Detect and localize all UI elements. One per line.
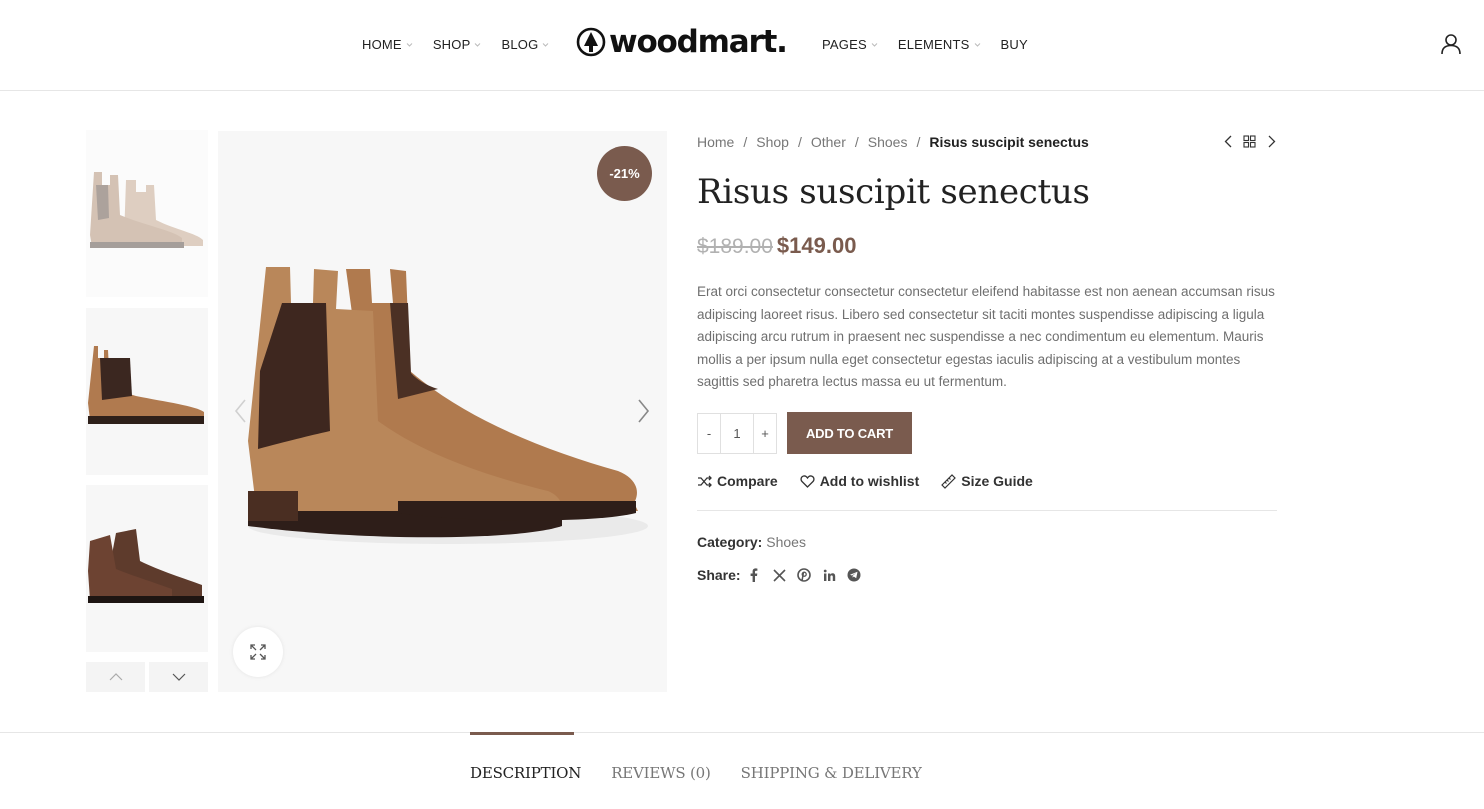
shuffle-icon: [697, 474, 712, 489]
product-navigation: [1221, 134, 1278, 149]
breadcrumb-current: Risus suscipit senectus: [929, 134, 1089, 150]
chelsea-boot-image: [90, 172, 203, 248]
thumbnail-2[interactable]: [86, 308, 208, 475]
nav-label: SHOP: [432, 36, 471, 52]
nav-item-shop[interactable]: SHOP: [433, 35, 482, 53]
tree-logo-icon: [576, 27, 606, 57]
user-icon[interactable]: [1440, 33, 1462, 55]
chelsea-boot-image: [88, 346, 204, 424]
compare-button[interactable]: Compare: [697, 473, 778, 489]
breadcrumb-shop[interactable]: Shop: [756, 134, 789, 150]
next-product-button[interactable]: [1265, 134, 1278, 149]
x-icon[interactable]: [772, 568, 787, 583]
quantity-plus-button[interactable]: +: [753, 414, 776, 453]
price-new: $149.00: [776, 233, 857, 258]
breadcrumb-shoes[interactable]: Shoes: [868, 134, 908, 150]
prev-product-button[interactable]: [1221, 134, 1234, 149]
site-logo[interactable]: woodmart.: [576, 24, 788, 60]
breadcrumb-other[interactable]: Other: [811, 134, 846, 150]
thumbnails-up-button[interactable]: [86, 662, 145, 692]
pinterest-icon[interactable]: [797, 568, 812, 583]
chevron-down-icon: [542, 41, 549, 48]
chevron-right-icon: [1268, 135, 1275, 148]
thumbnail-3[interactable]: [86, 485, 208, 652]
heart-icon: [800, 474, 815, 489]
breadcrumb-home[interactable]: Home: [697, 134, 734, 150]
size-guide-button[interactable]: Size Guide: [941, 473, 1033, 489]
nav-label: BUY: [1000, 36, 1028, 52]
nav-label: ELEMENTS: [897, 36, 970, 52]
facebook-icon[interactable]: [747, 568, 762, 583]
product-category: Category: Shoes: [697, 534, 806, 550]
quantity-stepper: - +: [697, 413, 777, 454]
grid-icon: [1243, 135, 1256, 148]
main-nav-left: HOME SHOP BLOG: [362, 35, 569, 53]
nav-label: HOME: [362, 36, 402, 52]
size-guide-label: Size Guide: [961, 473, 1033, 489]
back-to-shop-button[interactable]: [1243, 134, 1256, 149]
divider: [697, 510, 1277, 511]
lace-up-boot-image: [88, 529, 204, 603]
chevron-down-icon: [172, 673, 185, 681]
thumbnails-down-button[interactable]: [149, 662, 208, 692]
linkedin-icon[interactable]: [822, 568, 837, 583]
tab-reviews[interactable]: REVIEWS (0): [611, 732, 711, 782]
breadcrumb-separator: /: [743, 134, 748, 150]
nav-item-home[interactable]: HOME: [362, 35, 413, 53]
breadcrumb-separator: /: [854, 134, 859, 150]
wishlist-button[interactable]: Add to wishlist: [800, 473, 920, 489]
chevron-down-icon: [974, 41, 981, 48]
tab-shipping-delivery[interactable]: SHIPPING & DELIVERY: [741, 732, 922, 782]
category-link[interactable]: Shoes: [766, 534, 806, 550]
nav-label: PAGES: [822, 36, 867, 52]
quantity-input[interactable]: [721, 414, 753, 453]
chelsea-boot-image: [248, 267, 648, 544]
gallery-prev-button[interactable]: [231, 398, 251, 424]
nav-item-buy[interactable]: BUY: [1001, 35, 1028, 53]
breadcrumb-separator: /: [916, 134, 921, 150]
gallery-next-button[interactable]: [633, 398, 653, 424]
site-header: HOME SHOP BLOG woodmart. PAGES ELEMENTS …: [0, 0, 1484, 91]
breadcrumb: Home / Shop / Other / Shoes / Risus susc…: [697, 134, 1089, 150]
nav-item-blog[interactable]: BLOG: [501, 35, 549, 53]
sale-badge: -21%: [597, 146, 652, 201]
main-nav-right: PAGES ELEMENTS BUY: [822, 35, 1048, 53]
nav-item-elements[interactable]: ELEMENTS: [898, 35, 981, 53]
tab-description[interactable]: DESCRIPTION: [470, 732, 581, 782]
ruler-icon: [941, 473, 957, 489]
category-label: Category:: [697, 534, 763, 550]
short-description: Erat orci consectetur consectetur consec…: [697, 284, 1275, 390]
expand-icon: [250, 644, 266, 660]
share-label: Share:: [697, 567, 741, 583]
nav-item-pages[interactable]: PAGES: [822, 35, 878, 53]
product-price: $189.00 $149.00: [697, 233, 856, 259]
zoom-button[interactable]: [233, 627, 283, 677]
chevron-down-icon: [474, 41, 481, 48]
telegram-icon[interactable]: [847, 568, 862, 583]
chevron-left-icon: [234, 399, 246, 423]
main-product-image[interactable]: [218, 131, 667, 692]
chevron-left-icon: [1224, 135, 1231, 148]
nav-label: BLOG: [501, 36, 539, 52]
chevron-down-icon: [406, 41, 413, 48]
price-old: $189.00: [697, 235, 773, 258]
chevron-right-icon: [638, 399, 650, 423]
product-title: Risus suscipit senectus: [697, 172, 1090, 212]
add-to-cart-button[interactable]: ADD TO CART: [787, 412, 912, 454]
product-actions: Compare Add to wishlist Size Guide: [697, 473, 1055, 489]
chevron-up-icon: [109, 673, 122, 681]
logo-text: woodmart.: [609, 24, 788, 60]
thumbnail-1[interactable]: [86, 130, 208, 297]
chevron-down-icon: [871, 41, 878, 48]
share-links: Share:: [697, 567, 872, 583]
quantity-minus-button[interactable]: -: [698, 414, 721, 453]
breadcrumb-separator: /: [797, 134, 802, 150]
compare-label: Compare: [717, 473, 778, 489]
wishlist-label: Add to wishlist: [819, 473, 920, 489]
product-tabs: DESCRIPTION REVIEWS (0) SHIPPING & DELIV…: [470, 732, 952, 782]
